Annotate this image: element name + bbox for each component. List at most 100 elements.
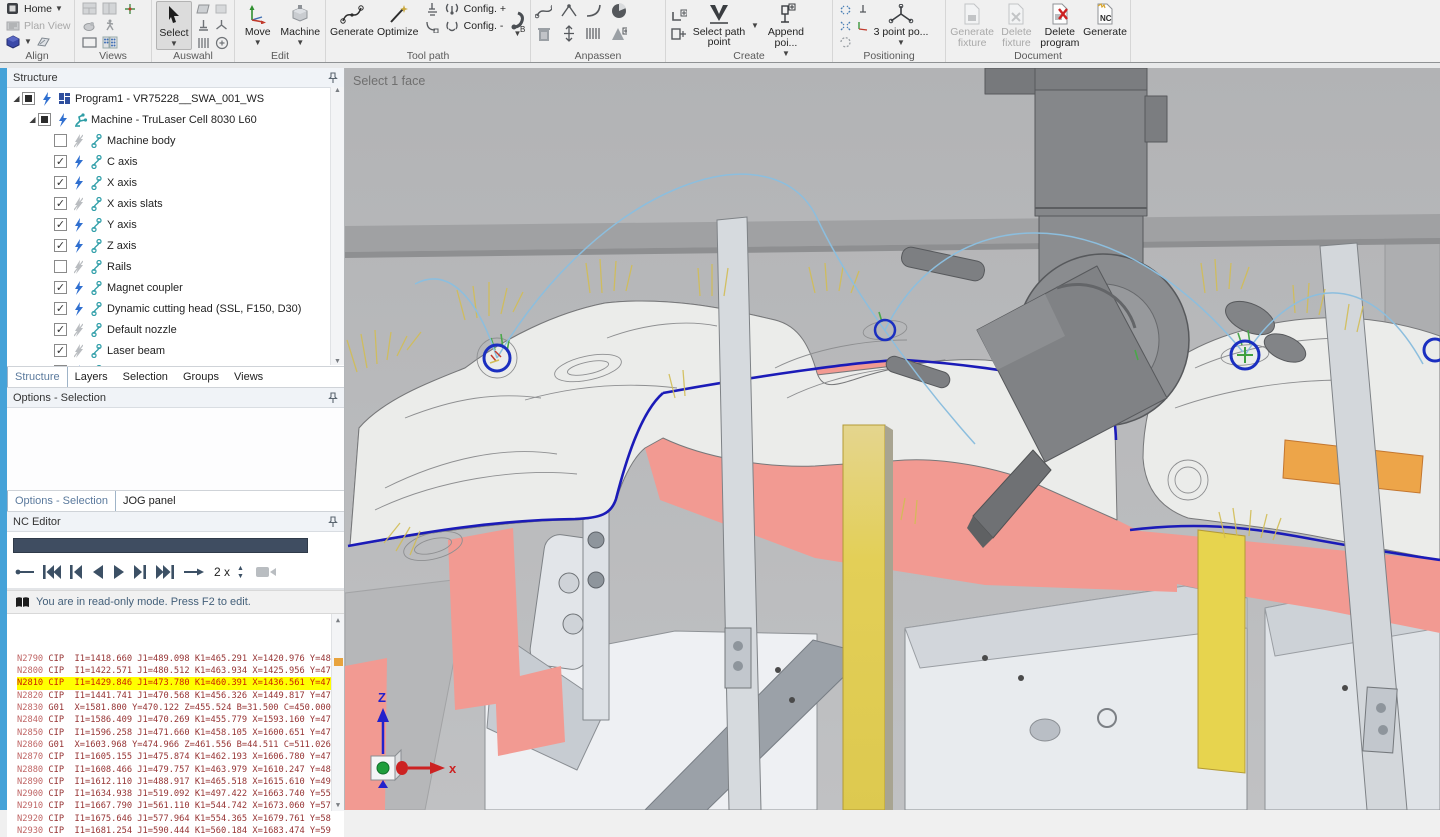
nc-line[interactable]: N2880 CIP I1=1608.466 J1=479.757 K1=463.… bbox=[17, 764, 344, 776]
tree-item-label[interactable]: Program1 - VR75228__SWA_001_WS bbox=[75, 93, 264, 105]
views-table-icon[interactable] bbox=[101, 35, 118, 50]
generate-toolpath-button[interactable]: Generate bbox=[330, 1, 374, 50]
tree-item-label[interactable]: X axis slats bbox=[107, 198, 163, 210]
visibility-checkbox[interactable]: ✓ bbox=[54, 365, 67, 366]
align-pin-icon[interactable] bbox=[854, 2, 871, 17]
chevron-down-icon[interactable]: ▼ bbox=[24, 39, 32, 45]
tree-item-label[interactable]: Rails bbox=[107, 261, 131, 273]
expander-expanded-icon[interactable]: ◢ bbox=[27, 115, 38, 124]
align-handles-icon[interactable] bbox=[837, 2, 854, 17]
visibility-checkbox[interactable]: ✓ bbox=[54, 218, 67, 231]
generate-fixture-button[interactable]: Generate fixture bbox=[950, 1, 994, 50]
generate-nc-button[interactable]: NC Generate bbox=[1084, 1, 1126, 50]
optimize-button[interactable]: Optimize bbox=[377, 1, 419, 50]
nc-line[interactable]: N2820 CIP I1=1441.741 J1=470.568 K1=456.… bbox=[17, 690, 344, 702]
delete-fixture-button[interactable]: Delete fixture bbox=[997, 1, 1035, 50]
tree-item-label[interactable]: Dynamic cutting head (SSL, F150, D30) bbox=[107, 303, 301, 315]
kinematics-active-icon[interactable] bbox=[71, 134, 86, 148]
view-layout1-icon[interactable] bbox=[81, 1, 98, 16]
chevron-down-icon[interactable]: ▼ bbox=[751, 23, 759, 29]
visibility-checkbox[interactable]: ✓ bbox=[54, 155, 67, 168]
tree-item-label[interactable]: Machine - TruLaser Cell 8030 L60 bbox=[91, 114, 257, 126]
step-forward-button[interactable] bbox=[133, 560, 148, 584]
tree-item[interactable]: ✓X axis bbox=[7, 172, 344, 193]
scroll-down-icon[interactable]: ▼ bbox=[334, 358, 341, 365]
kinematics-active-icon[interactable] bbox=[39, 92, 54, 106]
tree-item[interactable]: ✓C axis bbox=[7, 151, 344, 172]
config-plus-button[interactable]: Config. + bbox=[464, 3, 506, 15]
nc-scrollbar[interactable]: ▲▼ bbox=[331, 614, 344, 811]
tab-structure[interactable]: Structure bbox=[7, 367, 68, 387]
visibility-checkbox[interactable]: ✓ bbox=[54, 302, 67, 315]
tree-item-label[interactable]: Table bbox=[107, 366, 133, 367]
kinematics-active-icon[interactable] bbox=[71, 323, 86, 337]
machine-button[interactable]: Machine ▼ bbox=[280, 1, 321, 50]
profile-add-icon[interactable] bbox=[670, 26, 687, 41]
b-axis-arm-icon[interactable]: B bbox=[509, 15, 526, 30]
select-slats-icon[interactable] bbox=[195, 35, 212, 50]
tree-item-label[interactable]: X axis bbox=[107, 177, 137, 189]
nc-line-current[interactable]: N2810 CIP I1=1429.846 J1=473.780 K1=460.… bbox=[17, 677, 337, 689]
append-point-button[interactable]: Append poi... ▼ bbox=[762, 1, 810, 50]
three-point-positioning-button[interactable]: 3 point po... ▼ bbox=[873, 1, 929, 50]
rotate-icon[interactable] bbox=[837, 34, 854, 49]
nc-line[interactable]: N2930 CIP I1=1681.254 J1=590.444 K1=560.… bbox=[17, 825, 344, 837]
tree-item-label[interactable]: Laser beam bbox=[107, 345, 165, 357]
zoom-window-icon[interactable] bbox=[81, 35, 98, 50]
goto-end-button[interactable] bbox=[183, 560, 205, 584]
record-video-button[interactable] bbox=[255, 560, 277, 584]
tree-item[interactable]: ✓Default nozzle bbox=[7, 319, 344, 340]
speed-stepper[interactable]: ▲▼ bbox=[237, 565, 244, 580]
cube-view-icon[interactable] bbox=[4, 35, 21, 50]
tree-item-label[interactable]: Y axis bbox=[107, 219, 137, 231]
select-body-icon[interactable] bbox=[213, 1, 230, 16]
tree-item[interactable]: ✓ Dynamic cutting head (SSL, F150, D30) bbox=[7, 298, 344, 319]
visibility-checkbox[interactable]: ✓ bbox=[54, 197, 67, 210]
pan-hand-icon[interactable] bbox=[81, 18, 98, 33]
view-sparkle-icon[interactable] bbox=[121, 1, 138, 16]
nc-code-listing[interactable]: ▲▼ N2790 CIP I1=1418.660 J1=489.098 K1=4… bbox=[7, 614, 344, 837]
cone-add-icon[interactable] bbox=[610, 26, 627, 41]
pin-icon[interactable] bbox=[328, 72, 338, 84]
kinematics-active-icon[interactable] bbox=[71, 344, 86, 358]
delete-path-icon[interactable] bbox=[535, 26, 552, 41]
tree-scrollbar[interactable]: ▲ ▼ bbox=[330, 87, 344, 365]
kinematics-active-icon[interactable] bbox=[71, 197, 86, 211]
tab-views[interactable]: Views bbox=[227, 367, 271, 387]
clamp-plus-icon[interactable] bbox=[444, 2, 461, 17]
clamp-minus-icon[interactable] bbox=[444, 19, 461, 34]
select-axis-icon[interactable] bbox=[213, 18, 230, 33]
tab-jog-panel[interactable]: JOG panel bbox=[116, 491, 184, 511]
tree-item[interactable]: Rails bbox=[7, 256, 344, 277]
walk-through-icon[interactable] bbox=[101, 18, 118, 33]
visibility-checkbox[interactable] bbox=[54, 134, 67, 147]
pin-icon[interactable] bbox=[328, 516, 338, 528]
nc-line[interactable]: N2790 CIP I1=1418.660 J1=489.098 K1=465.… bbox=[17, 653, 344, 665]
select-button[interactable]: Select ▼ bbox=[156, 1, 192, 50]
select-path-point-button[interactable]: Select path point bbox=[690, 1, 748, 50]
skip-forward-button[interactable] bbox=[155, 560, 176, 584]
tree-item[interactable]: ✓ Table bbox=[7, 361, 344, 366]
select-point-icon[interactable] bbox=[195, 18, 212, 33]
scroll-up-icon[interactable]: ▲ bbox=[334, 87, 341, 94]
visibility-checkbox[interactable]: ✓ bbox=[54, 323, 67, 336]
nc-line[interactable]: N2920 CIP I1=1675.646 J1=577.964 K1=554.… bbox=[17, 813, 344, 825]
slats-icon[interactable] bbox=[585, 26, 602, 41]
nc-line[interactable]: N2840 CIP I1=1586.409 J1=470.269 K1=455.… bbox=[17, 714, 344, 726]
kinematics-active-icon[interactable] bbox=[55, 113, 70, 127]
tree-item-label[interactable]: Z axis bbox=[107, 240, 136, 252]
kinematics-active-icon[interactable] bbox=[71, 239, 86, 253]
view-layout2-icon[interactable] bbox=[101, 1, 118, 16]
nc-line[interactable]: N2850 CIP I1=1596.258 J1=471.660 K1=458.… bbox=[17, 727, 344, 739]
skip-backward-button[interactable] bbox=[42, 560, 62, 584]
tree-item-label[interactable]: Magnet coupler bbox=[107, 282, 183, 294]
visibility-checkbox[interactable] bbox=[54, 260, 67, 273]
move-button[interactable]: Move ▼ bbox=[239, 1, 277, 50]
nc-line[interactable]: N2900 CIP I1=1634.938 J1=519.092 K1=497.… bbox=[17, 788, 344, 800]
tree-item[interactable]: ✓ Y axis bbox=[7, 214, 344, 235]
arc-icon[interactable] bbox=[585, 3, 602, 18]
axis-mini-icon[interactable] bbox=[854, 18, 871, 33]
kinematics-active-icon[interactable] bbox=[71, 155, 86, 169]
plan-view-button[interactable]: Plan View bbox=[4, 18, 71, 34]
height-adjust-icon[interactable] bbox=[560, 26, 577, 41]
